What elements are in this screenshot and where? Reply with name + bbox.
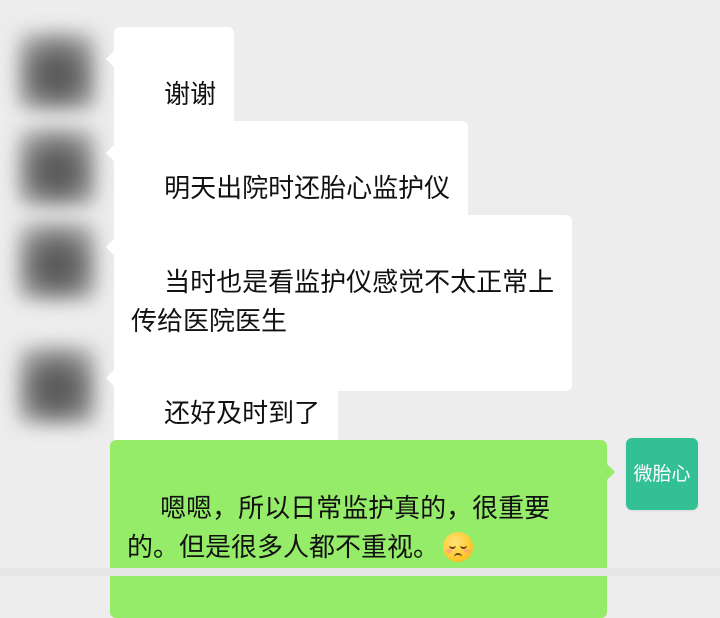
pensive-face-icon <box>443 532 474 562</box>
message-text: 当时也是看监护仪感觉不太正常上 传给医院医生 <box>131 268 555 337</box>
bottom-edge <box>0 568 720 576</box>
contact-avatar[interactable] <box>18 128 96 206</box>
contact-avatar[interactable] <box>18 346 96 424</box>
contact-avatar[interactable] <box>18 222 96 300</box>
outgoing-message-bubble[interactable]: 嗯嗯，所以日常监护真的，很重要 的。但是很多人都不重视。 <box>110 440 615 618</box>
self-avatar-label: 微胎心 <box>633 463 691 485</box>
message-text: 明天出院时还胎心监护仪 <box>164 174 451 204</box>
message-text: 嗯嗯，所以日常监护真的，很重要 的。但是很多人都不重视。 <box>127 494 551 563</box>
self-avatar[interactable]: 微胎心 <box>626 438 698 510</box>
message-text: 谢谢 <box>164 80 217 110</box>
message-text: 还好及时到了 <box>164 399 321 429</box>
contact-avatar[interactable] <box>18 32 96 110</box>
